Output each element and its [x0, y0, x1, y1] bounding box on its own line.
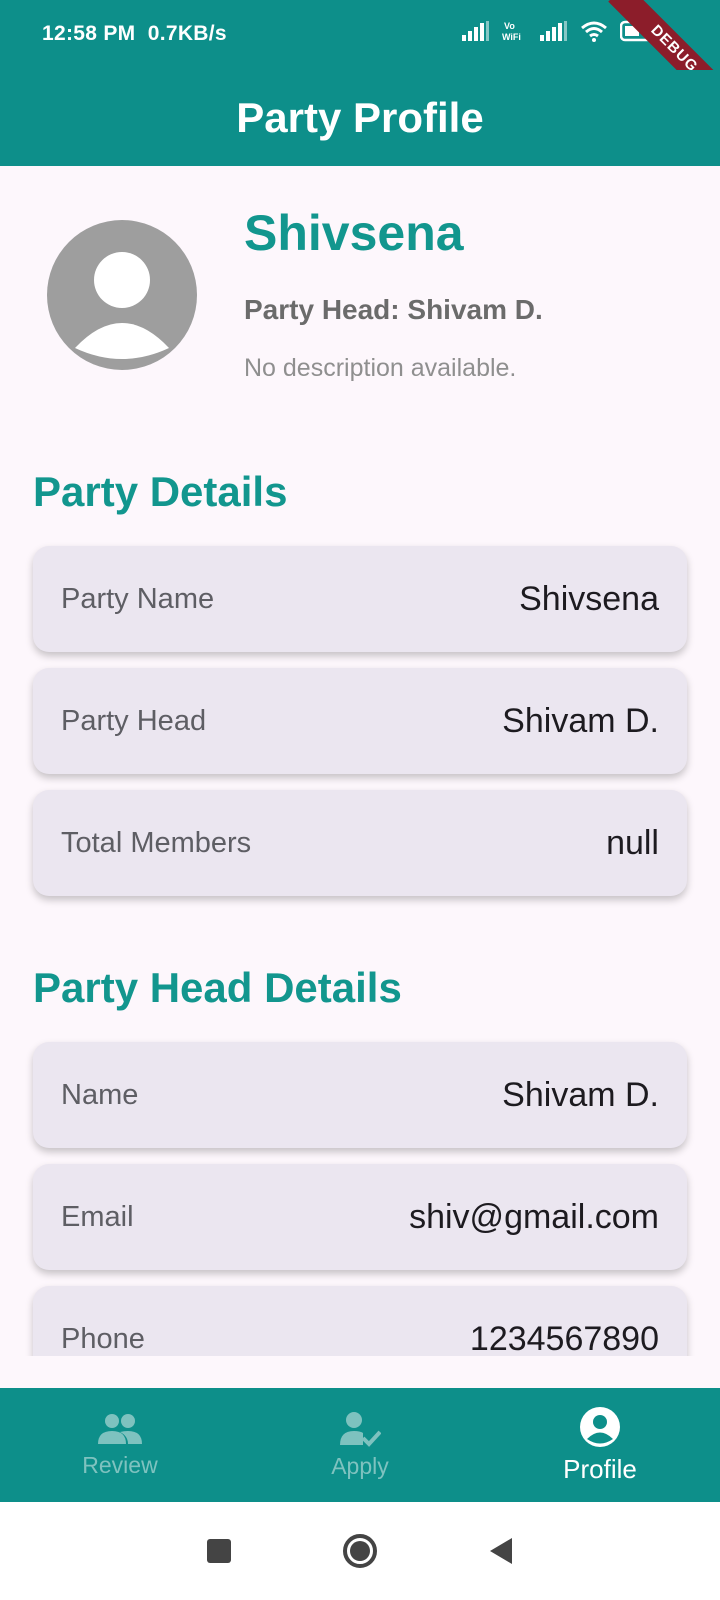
detail-label: Party Head — [61, 704, 207, 737]
party-name-heading: Shivsena — [244, 205, 464, 261]
system-navigation-bar — [0, 1502, 720, 1600]
nav-label: Apply — [331, 1452, 389, 1479]
party-head-details-title: Party Head Details — [33, 964, 402, 1011]
detail-row-party-name: Party Name Shivsena — [33, 546, 687, 652]
detail-row-total-members: Total Members null — [33, 790, 687, 896]
app-bar: Party Profile — [0, 70, 720, 166]
person-check-icon — [340, 1411, 381, 1447]
home-icon[interactable] — [342, 1533, 378, 1569]
status-icons: Vo WiFi — [462, 20, 656, 42]
nav-label: Review — [82, 1451, 158, 1478]
party-head-line: Party Head: Shivam D. — [244, 294, 543, 325]
detail-row-party-head: Party Head Shivam D. — [33, 668, 687, 774]
nav-label: Profile — [563, 1453, 637, 1484]
person-icon — [75, 252, 169, 359]
detail-row-phone: Phone 1234567890 — [33, 1286, 687, 1356]
detail-value: Shivam D. — [502, 701, 659, 740]
detail-label: Total Members — [61, 826, 252, 859]
detail-label: Party Name — [61, 582, 215, 615]
clock-text: 12:58 PM — [42, 22, 136, 45]
profile-content[interactable]: Shivsena Party Head: Shivam D. No descri… — [0, 166, 720, 1356]
recents-icon[interactable] — [206, 1538, 232, 1564]
signal-icon-2 — [540, 21, 567, 41]
signal-icon — [462, 21, 489, 41]
nav-item-profile[interactable]: Profile — [480, 1388, 720, 1502]
detail-value: shiv@gmail.com — [409, 1197, 659, 1236]
people-icon — [98, 1413, 142, 1444]
detail-value: Shivam D. — [502, 1075, 659, 1114]
detail-row-email: Email shiv@gmail.com — [33, 1164, 687, 1270]
detail-label: Name — [61, 1078, 139, 1111]
network-speed: 0.7KB/s — [147, 22, 227, 45]
detail-value: null — [606, 823, 659, 862]
party-description: No description available. — [244, 354, 517, 382]
status-bar: 12:58 PM 0.7KB/s Vo WiFi DEBUG — [0, 0, 720, 115]
svg-text:Vo: Vo — [504, 21, 515, 31]
detail-value: Shivsena — [519, 579, 659, 618]
bottom-navigation: Review Apply Profile — [0, 1388, 720, 1502]
nav-item-apply[interactable]: Apply — [240, 1388, 480, 1502]
detail-row-name: Name Shivam D. — [33, 1042, 687, 1148]
account-circle-icon — [580, 1406, 620, 1447]
vowifi-icon: VoWiFi — [502, 21, 521, 42]
svg-text:WiFi: WiFi — [502, 32, 521, 42]
detail-value: 1234567890 — [469, 1319, 659, 1357]
detail-label: Phone — [61, 1322, 145, 1355]
party-details-title: Party Details — [33, 468, 288, 515]
back-icon[interactable] — [488, 1537, 514, 1565]
status-time: 12:58 PM 0.7KB/s — [42, 22, 227, 46]
detail-label: Email — [61, 1200, 134, 1233]
wifi-icon — [581, 21, 607, 42]
page-title: Party Profile — [236, 94, 484, 141]
nav-item-review[interactable]: Review — [0, 1388, 240, 1502]
profile-header: Shivsena Party Head: Shivam D. No descri… — [0, 166, 720, 426]
avatar — [47, 220, 197, 370]
